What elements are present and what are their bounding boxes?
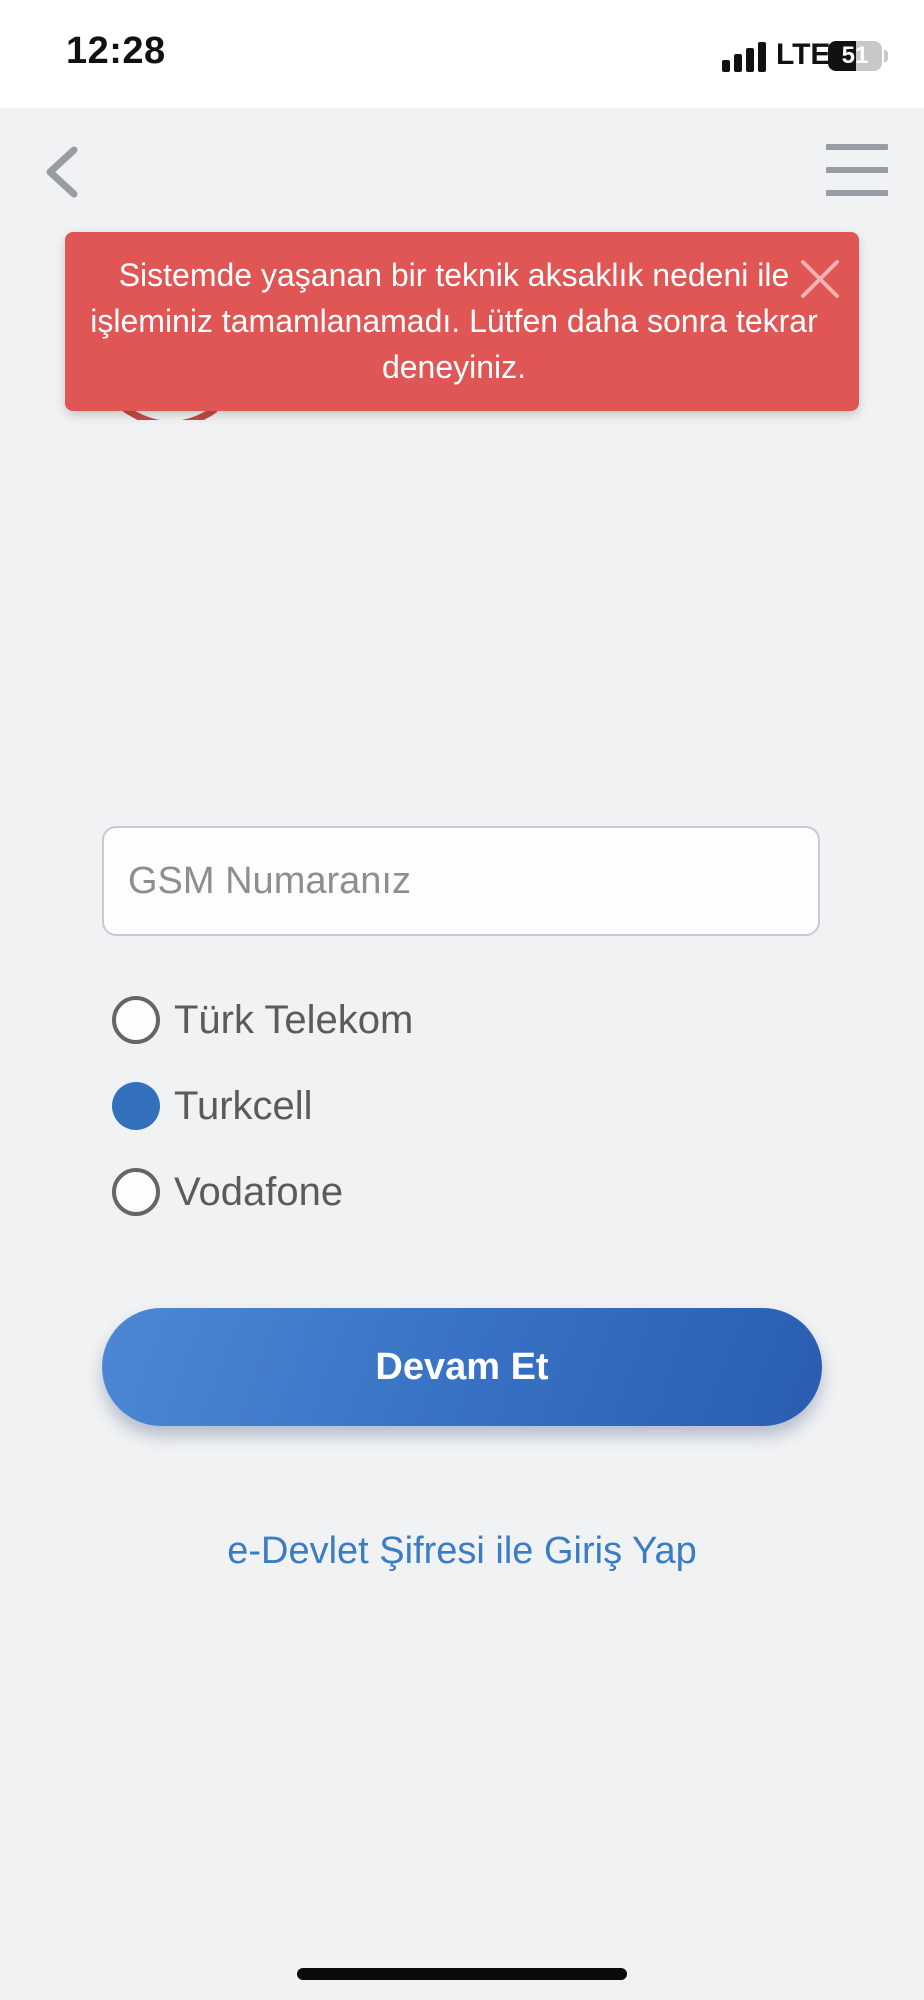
status-bar: 12:28 LTE 51 [0, 0, 924, 108]
menu-button[interactable] [826, 142, 888, 198]
back-button[interactable] [40, 140, 90, 204]
signal-strength-icon [722, 42, 768, 72]
battery-icon: 51 [828, 41, 882, 71]
error-toast: Sistemde yaşanan bir teknik aksaklık ned… [65, 232, 859, 411]
hamburger-icon [826, 144, 888, 150]
status-time: 12:28 [66, 30, 166, 72]
chevron-left-icon [46, 146, 78, 198]
operator-label: Vodafone [174, 1170, 344, 1214]
error-message: Sistemde yaşanan bir teknik aksaklık ned… [90, 257, 818, 385]
radio-button[interactable] [112, 1168, 160, 1216]
operator-label: Türk Telekom [174, 998, 414, 1042]
operator-option-turkcell[interactable]: Turkcell [112, 1080, 512, 1136]
gsm-number-input[interactable] [102, 826, 820, 936]
battery-level: 51 [841, 42, 869, 69]
operator-option-turk-telekom[interactable]: Türk Telekom [112, 994, 512, 1050]
operator-label: Turkcell [174, 1084, 313, 1128]
battery-tip [884, 50, 888, 62]
toast-close-button[interactable] [797, 256, 843, 302]
home-indicator[interactable] [297, 1968, 627, 1980]
continue-button[interactable]: Devam Et [102, 1308, 822, 1426]
radio-button[interactable] [112, 996, 160, 1044]
radio-button-selected[interactable] [112, 1082, 160, 1130]
network-type: LTE [776, 38, 831, 71]
operator-option-vodafone[interactable]: Vodafone [112, 1166, 512, 1222]
close-icon [801, 260, 839, 298]
edevlet-login-link[interactable]: e-Devlet Şifresi ile Giriş Yap [0, 1530, 924, 1573]
